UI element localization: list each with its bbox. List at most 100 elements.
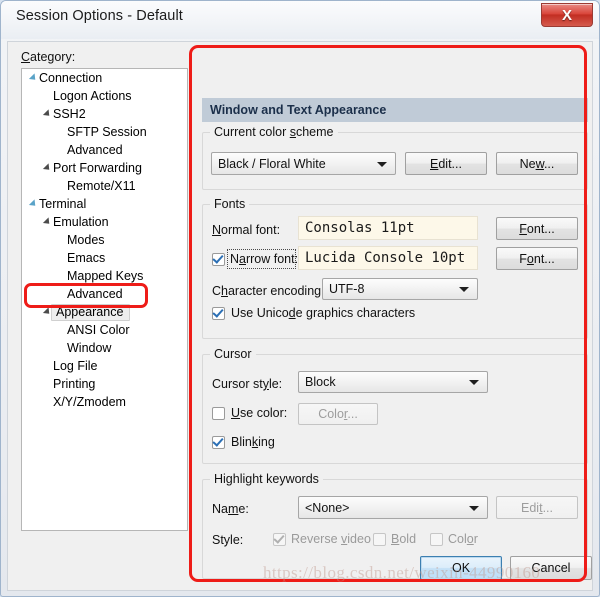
tree-item-port-forwarding[interactable]: Port Forwarding [22,159,187,177]
category-tree[interactable]: Connection Logon Actions SSH2 SFTP Session A… [21,68,188,531]
highlight-group-title: Highlight keywords [210,472,323,486]
color-label: Color [448,532,478,546]
highlight-edit-label: Edit... [521,500,553,515]
cancel-button[interactable]: Cancel [510,556,592,580]
use-color-checkbox[interactable] [212,407,225,420]
tree-item-label: Window [67,341,112,355]
cancel-button-label: Cancel [531,561,571,575]
bold-label: Bold [391,532,417,546]
tree-item-advanced[interactable]: Advanced [22,141,187,159]
highlight-name-label: Name: [212,502,249,516]
tree-item-appearance[interactable]: Appearance [22,303,187,321]
tree-item-ssh2[interactable]: SSH2 [22,105,187,123]
chevron-down-icon [377,161,387,167]
narrow-font-button[interactable]: Font... [496,247,578,270]
window-title: Session Options - Default [16,8,183,24]
tree-item-modes[interactable]: Modes [22,231,187,249]
tree-item-window[interactable]: Window [22,339,187,357]
tree-item-label: Logon Actions [53,89,132,103]
highlight-name-select[interactable]: <None> [298,496,488,519]
tree-item-log-file[interactable]: Log File [22,357,187,375]
highlight-name-value: <None> [305,500,350,515]
dialog-body: Category: Connection Logon Actions SSH2 SFT… [7,41,593,591]
tree-item-advanced[interactable]: Advanced [22,285,187,303]
tree-item-label: Connection [39,71,103,85]
tree-item-emulation[interactable]: Emulation [22,213,187,231]
blinking-checkbox[interactable] [212,436,225,449]
tree-item-label: Log File [53,359,98,373]
tree-item-ansi-color[interactable]: ANSI Color [22,321,187,339]
cursor-group-title: Cursor [210,347,256,361]
close-button[interactable]: X [541,3,593,27]
close-icon: X [561,6,572,24]
blinking-label: Blinking [231,435,275,449]
fonts-group-title: Fonts [210,197,250,211]
tree-item-label: Appearance [51,303,131,321]
edit-scheme-button[interactable]: Edit... [405,152,487,175]
category-label: Category: [21,50,76,64]
expander-collapse-icon [42,163,53,174]
tree-item-label: Modes [67,233,105,247]
reverse-video-label: Reverse video [291,532,371,546]
highlight-edit-button: Edit... [496,496,578,519]
ok-button[interactable]: OK [420,556,502,580]
expander-collapse-icon [42,307,53,318]
chevron-down-icon [469,380,479,385]
tree-item-connection[interactable]: Connection [22,69,187,87]
tree-item-emacs[interactable]: Emacs [22,249,187,267]
title-bar: Session Options - Default X [1,1,599,39]
edit-scheme-label: Edit... [430,156,462,171]
unicode-graphics-checkbox[interactable] [212,307,225,320]
narrow-font-label: Narrow font: [230,252,299,266]
tree-item-terminal[interactable]: Terminal [22,195,187,213]
color-checkbox [430,533,443,546]
narrow-font-preview: Lucida Console 10pt [298,246,478,270]
tree-item-label: SSH2 [53,107,86,121]
color-scheme-value: Black / Floral White [218,156,326,171]
normal-font-button[interactable]: Font... [496,217,578,240]
tree-item-logon-actions[interactable]: Logon Actions [22,87,187,105]
expander-collapse-icon [42,217,53,228]
tree-item-label: SFTP Session [67,125,147,139]
panel-header: Window and Text Appearance [202,98,588,122]
tree-item-label: Port Forwarding [53,161,142,175]
cursor-color-button-label: Color... [318,407,358,421]
tree-item-label: Emacs [67,251,106,265]
encoding-value: UTF-8 [329,282,365,296]
unicode-graphics-label: Use Unicode graphics characters [231,306,416,320]
encoding-label: Character encoding: [212,284,325,298]
narrow-font-button-label: Font... [519,251,555,266]
tree-item-label: ANSI Color [67,323,130,337]
tree-item-mapped-keys[interactable]: Mapped Keys [22,267,187,285]
narrow-font-checkbox[interactable] [212,253,225,266]
cursor-style-label: Cursor style: [212,377,283,391]
reverse-video-checkbox [273,533,286,546]
expander-collapse-icon [42,109,53,120]
session-options-dialog: Session Options - Default X Category: Co… [0,0,600,597]
expander-collapse-icon [28,199,39,210]
color-scheme-select[interactable]: Black / Floral White [211,152,396,175]
tree-item-label: Remote/X11 [67,179,136,193]
tree-item-printing[interactable]: Printing [22,375,187,393]
bold-checkbox [373,533,386,546]
tree-item-label: Terminal [39,197,87,211]
normal-font-button-label: Font... [519,221,555,236]
tree-item-remote-x11[interactable]: Remote/X11 [22,177,187,195]
tree-item-x-y-zmodem[interactable]: X/Y/Zmodem [22,393,187,411]
cursor-style-value: Block [305,375,336,389]
chevron-down-icon [459,287,469,292]
encoding-select[interactable]: UTF-8 [322,278,478,300]
color-scheme-group-title: Current color scheme [210,125,338,139]
highlight-style-label: Style: [212,533,244,547]
tree-item-label: X/Y/Zmodem [53,395,126,409]
cursor-style-select[interactable]: Block [298,371,488,393]
new-scheme-label: New... [519,156,555,171]
new-scheme-button[interactable]: New... [496,152,578,175]
normal-font-preview: Consolas 11pt [298,216,478,240]
use-color-label: Use color: [231,406,288,420]
tree-item-label: Advanced [67,287,123,301]
cursor-color-button: Color... [298,403,378,425]
chevron-down-icon [469,505,479,511]
tree-item-sftp-session[interactable]: SFTP Session [22,123,187,141]
expander-collapse-icon [28,73,39,84]
